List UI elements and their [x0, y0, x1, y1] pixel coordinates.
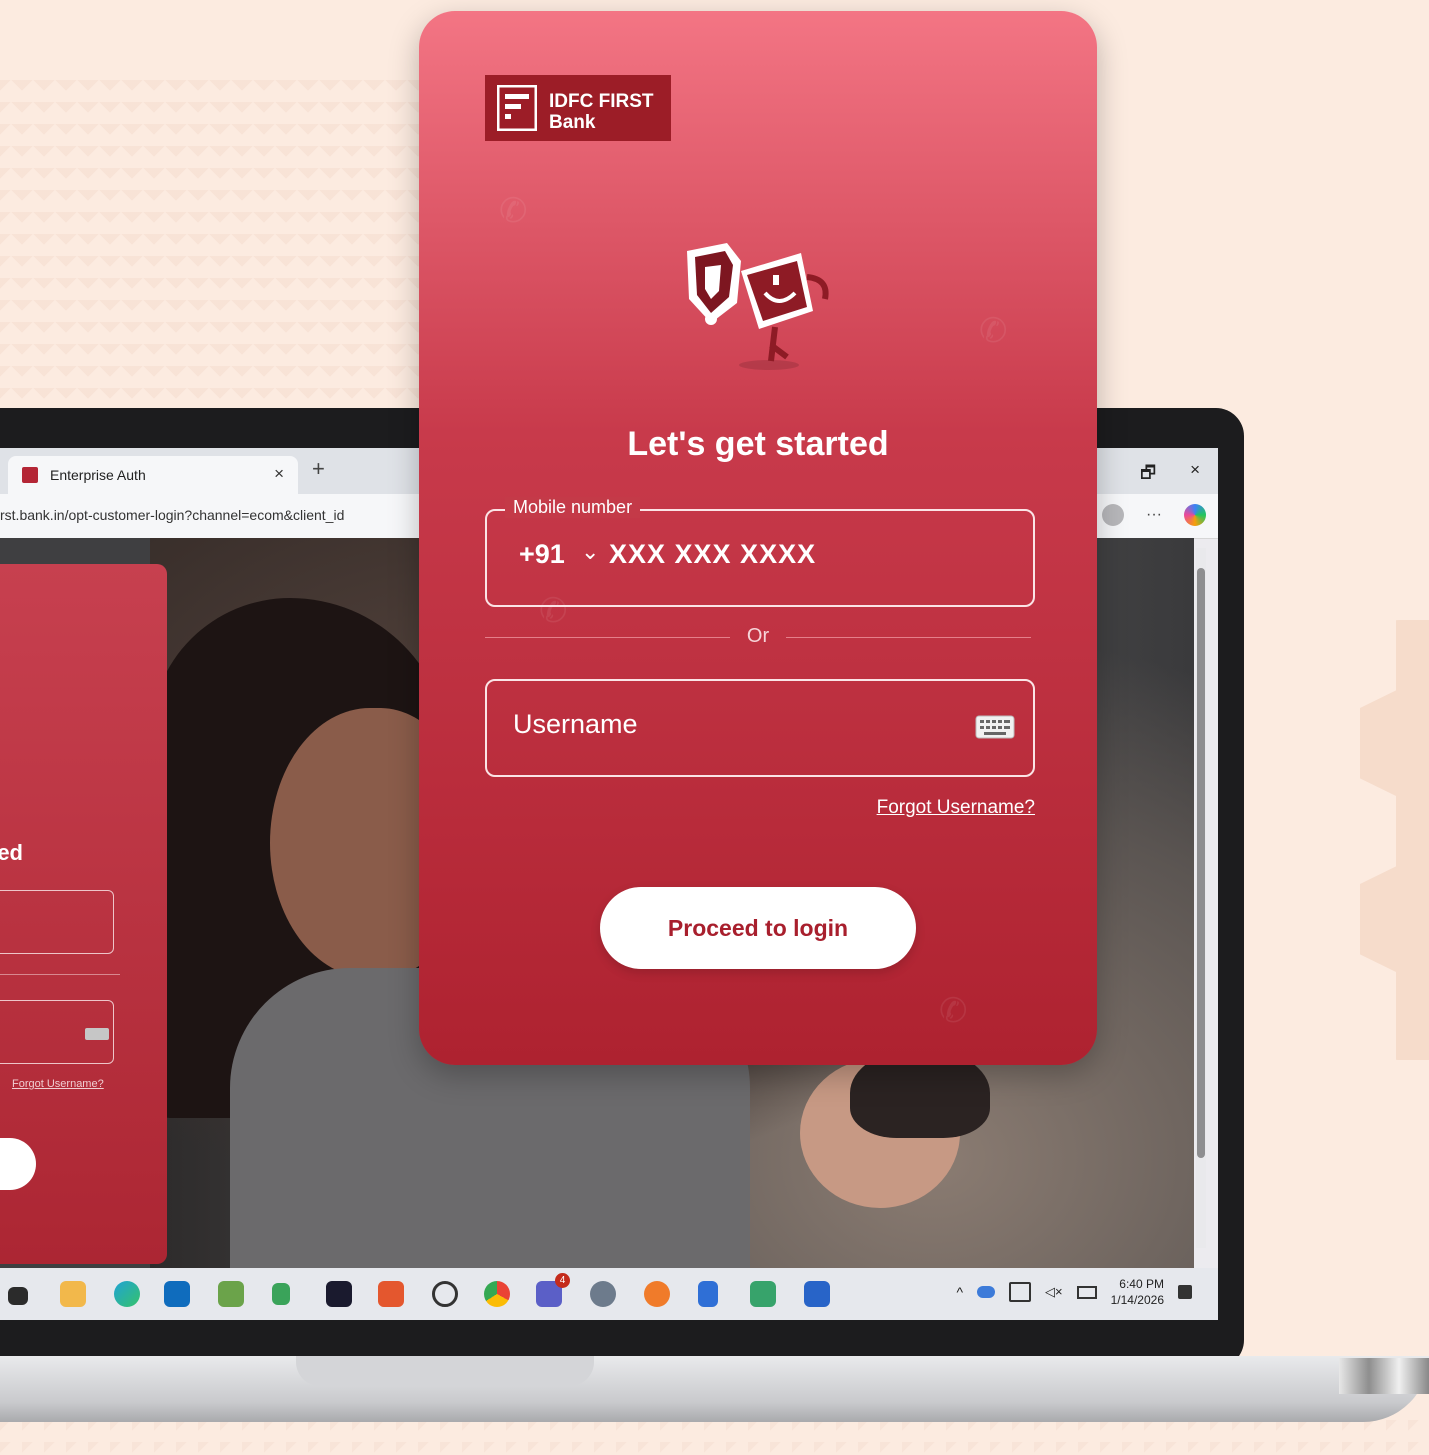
- settings-icon[interactable]: [590, 1281, 616, 1307]
- login-card: ✆ ✆ ✆ ✆ IDFC FIRST Bank Let's get starte…: [419, 11, 1097, 1065]
- watermark-phone-icon: ✆: [939, 992, 968, 1030]
- notification-icon[interactable]: [1178, 1285, 1192, 1299]
- forgot-username-link[interactable]: Forgot Username?: [877, 797, 1035, 819]
- new-tab-button[interactable]: +: [312, 456, 325, 482]
- brand-line-1: IDFC FIRST: [549, 91, 654, 112]
- page-scrollbar[interactable]: [1196, 548, 1206, 1248]
- background-pattern: [0, 80, 420, 400]
- copilot-icon[interactable]: [1184, 504, 1206, 526]
- username-field[interactable]: Username: [485, 679, 1035, 777]
- gear-decoration: [1360, 620, 1429, 1060]
- restore-window-icon[interactable]: 🗗: [1140, 460, 1156, 489]
- background-pattern-bottom: [0, 1420, 1429, 1455]
- background-login-card: ted Forgot Username? n: [0, 564, 167, 1264]
- app-icon-circle[interactable]: [432, 1281, 458, 1307]
- browser-toolbar: ···: [1102, 504, 1206, 526]
- clock-date: 1/14/2026: [1110, 1293, 1164, 1307]
- country-code-select[interactable]: +91: [519, 539, 565, 570]
- app-icon-dark[interactable]: [326, 1281, 352, 1307]
- scrollbar-thumb[interactable]: [1197, 568, 1205, 1158]
- chevron-down-icon[interactable]: ⌄: [581, 539, 599, 565]
- mobile-number-field[interactable]: Mobile number +91 ⌄ XXX XXX XXXX: [485, 497, 1035, 607]
- teams-icon[interactable]: 4: [536, 1273, 570, 1307]
- chrome-icon[interactable]: [484, 1281, 510, 1307]
- clock-time: 6:40 PM: [1119, 1277, 1164, 1291]
- app-icon-green[interactable]: [272, 1283, 290, 1305]
- page-title: Let's get started: [627, 425, 889, 463]
- volume-muted-icon[interactable]: ◁×: [1045, 1284, 1063, 1300]
- security-mascot-icon: [687, 243, 829, 370]
- laptop-notch: [296, 1356, 594, 1386]
- background-mobile-field[interactable]: [0, 890, 114, 954]
- proceed-to-login-button[interactable]: Proceed to login: [600, 887, 916, 969]
- laptop-base: [0, 1356, 1429, 1422]
- close-window-icon[interactable]: ×: [1190, 460, 1200, 489]
- profile-icon[interactable]: [1102, 504, 1125, 526]
- background-forgot-link[interactable]: Forgot Username?: [12, 1078, 104, 1090]
- onedrive-icon[interactable]: [977, 1286, 996, 1298]
- network-icon[interactable]: [1009, 1282, 1032, 1302]
- bank-favicon-icon: [22, 467, 38, 483]
- more-menu-icon[interactable]: ···: [1146, 506, 1162, 524]
- background-divider: [0, 974, 120, 975]
- or-divider: Or: [485, 623, 1031, 653]
- edge-icon[interactable]: [114, 1281, 140, 1307]
- app-icon-compass[interactable]: [644, 1281, 670, 1307]
- background-proceed-button[interactable]: n: [0, 1138, 36, 1190]
- username-input[interactable]: Username: [513, 709, 638, 740]
- windows-taskbar: 4 ^ ◁× 6:40 PM 1/14/2026: [0, 1268, 1218, 1320]
- teams-badge: 4: [555, 1273, 570, 1288]
- battery-icon[interactable]: [1076, 1285, 1097, 1299]
- or-label: Or: [746, 625, 770, 647]
- watermark-phone-icon: ✆: [979, 312, 1008, 350]
- idfc-logo-mark-icon: [497, 85, 537, 131]
- tray-overflow-icon[interactable]: ^: [956, 1284, 963, 1300]
- tab-close-icon[interactable]: ×: [274, 464, 284, 484]
- mobile-number-input[interactable]: XXX XXX XXXX: [609, 539, 816, 570]
- tab-title: Enterprise Auth: [50, 467, 146, 483]
- background-keyboard-icon[interactable]: [85, 1028, 109, 1040]
- laptop-hinge: [1339, 1358, 1429, 1394]
- file-explorer-icon[interactable]: [60, 1281, 86, 1307]
- browser-tab[interactable]: Enterprise Auth ×: [8, 456, 298, 494]
- url-text[interactable]: rst.bank.in/opt-customer-login?channel=e…: [0, 507, 344, 523]
- app-icon-blue[interactable]: [804, 1281, 830, 1307]
- system-tray: ^ ◁× 6:40 PM 1/14/2026: [956, 1276, 1192, 1308]
- brand-line-2: Bank: [549, 112, 596, 133]
- task-view-icon[interactable]: [8, 1287, 28, 1305]
- outlook-icon[interactable]: [164, 1281, 190, 1307]
- app-icon-media[interactable]: [750, 1281, 776, 1307]
- idfc-logo-text: IDFC FIRST Bank: [549, 91, 654, 133]
- window-controls: 🗗 ×: [1140, 460, 1200, 489]
- notepad-icon[interactable]: [698, 1281, 718, 1307]
- photos-icon[interactable]: [218, 1281, 244, 1307]
- taskbar-clock[interactable]: 6:40 PM 1/14/2026: [1111, 1276, 1164, 1308]
- background-card-title: ted: [0, 840, 23, 865]
- virtual-keyboard-icon[interactable]: [975, 715, 1015, 739]
- idfc-logo: IDFC FIRST Bank: [485, 75, 671, 141]
- app-icon-orange[interactable]: [378, 1281, 404, 1307]
- mobile-number-label: Mobile number: [505, 497, 641, 518]
- watermark-phone-icon: ✆: [499, 192, 528, 230]
